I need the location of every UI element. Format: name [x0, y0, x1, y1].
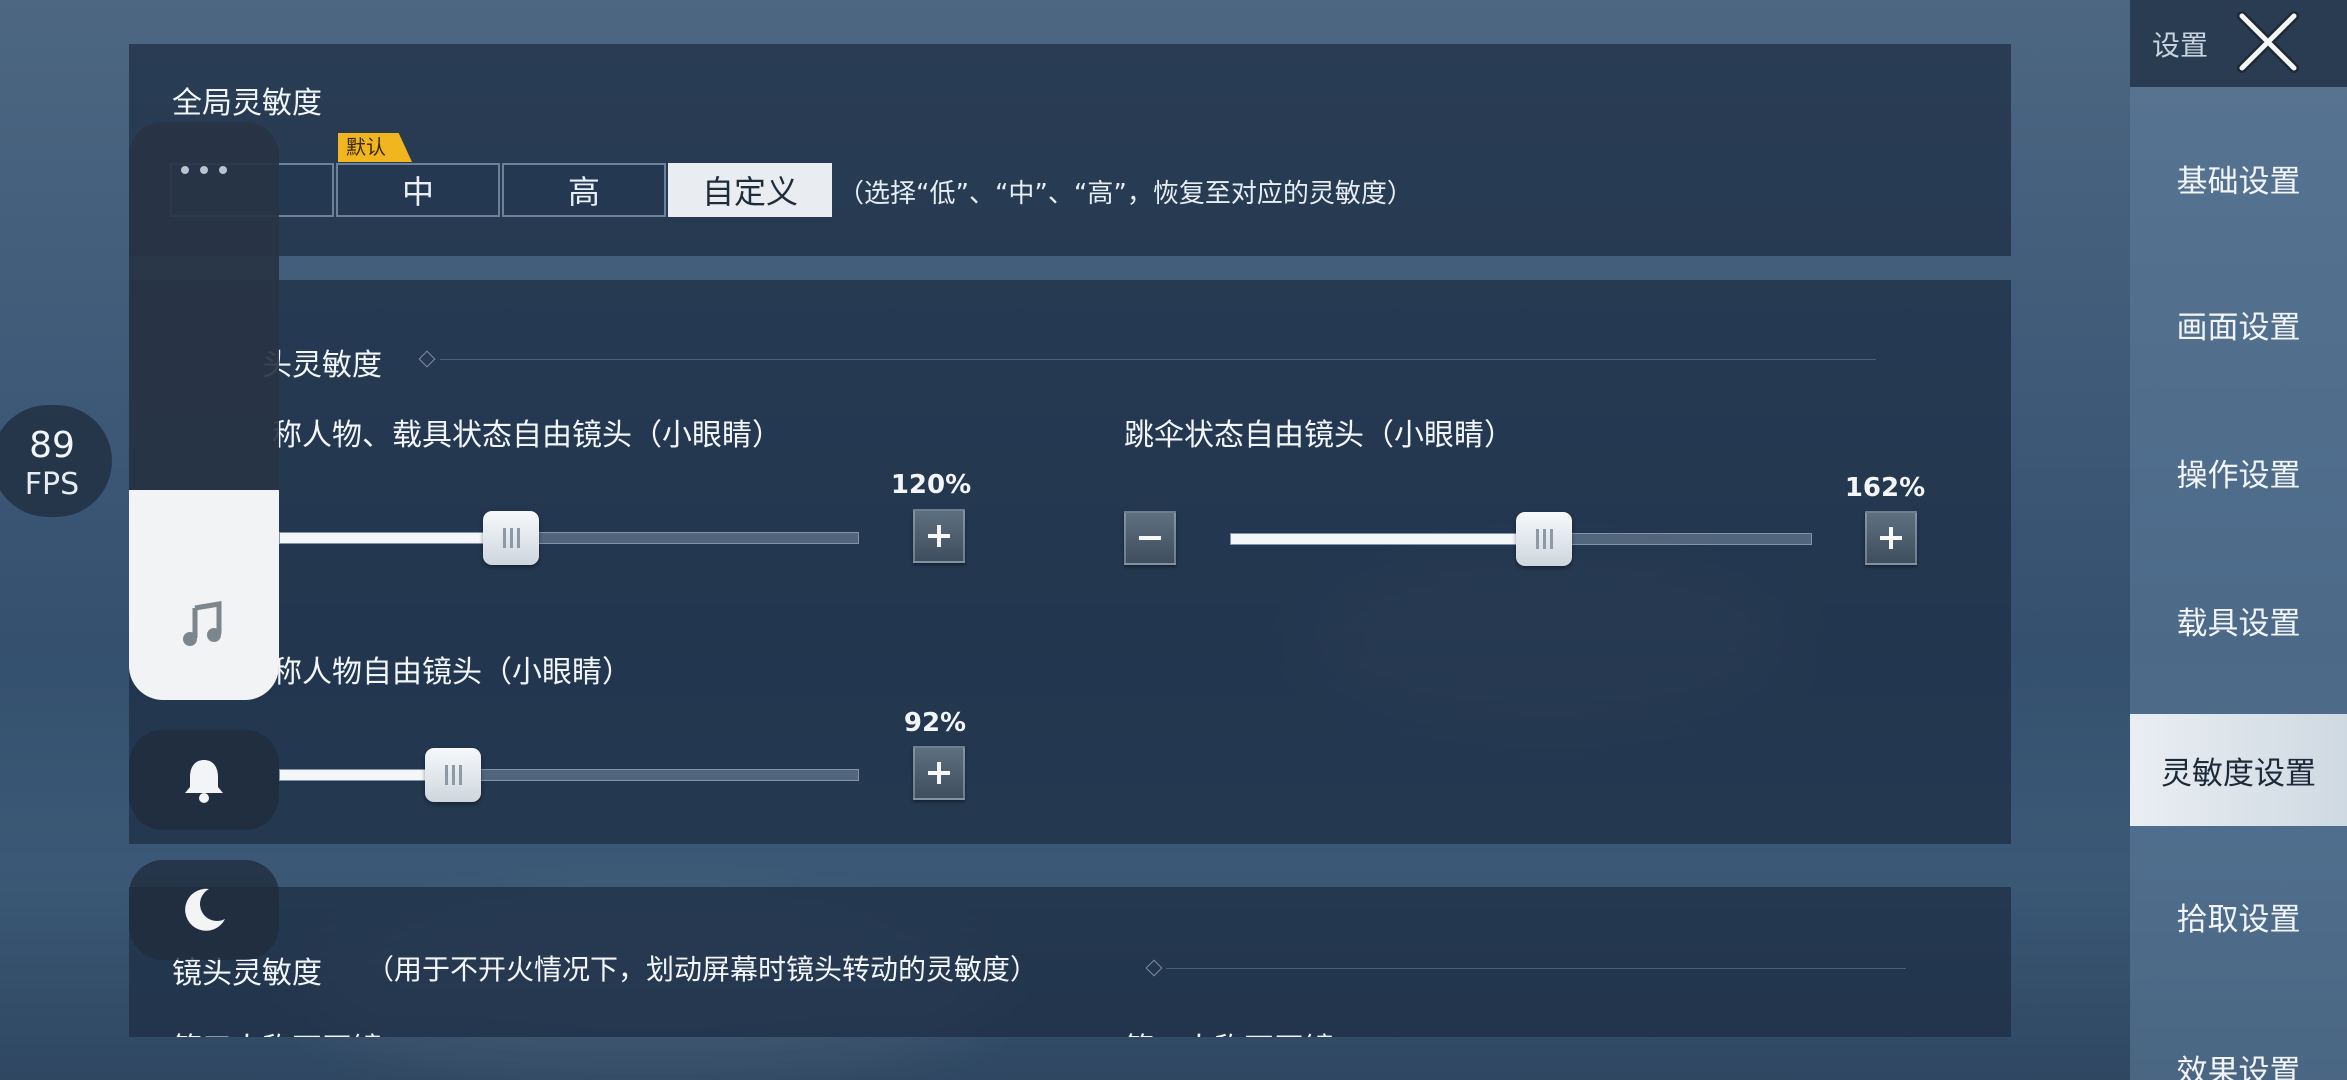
slider-1-label: 称人物、载具状态自由镜头（小眼睛） [272, 418, 782, 453]
slider-2-plus-button[interactable] [1865, 511, 1917, 565]
preset-hint: （选择“低”、“中”、“高”，恢复至对应的灵敏度） [838, 179, 1413, 209]
slider-1-thumb[interactable] [483, 511, 540, 565]
free-camera-card [129, 280, 2011, 844]
slider-2-thumb[interactable] [1516, 512, 1573, 566]
nav-controls-settings[interactable]: 操作设置 [2130, 416, 2347, 528]
slider-2-fill [1231, 534, 1545, 544]
camera-sensitivity-note: （用于不开火情况下，划动屏幕时镜头转动的灵敏度） [366, 953, 1039, 986]
slider-1-fill [280, 533, 512, 543]
settings-sidebar: 设置 基础设置 画面设置 操作设置 载具设置 灵敏度设置 拾取设置 效果设置 [2130, 0, 2347, 1080]
fps-counter[interactable]: 89 FPS [0, 405, 112, 517]
slider-3-thumb[interactable] [425, 748, 482, 802]
global-sensitivity-title: 全局灵敏度 [172, 86, 322, 121]
notification-button[interactable] [129, 730, 279, 830]
slider-2-value: 162% [1844, 473, 1926, 503]
bell-icon [185, 760, 223, 803]
slider-3-track[interactable] [279, 748, 859, 802]
preset-medium-button[interactable]: 中 [336, 163, 500, 217]
nav-basic-settings[interactable]: 基础设置 [2130, 122, 2347, 234]
nav-graphics-settings[interactable]: 画面设置 [2130, 268, 2347, 380]
slider-3-plus-button[interactable] [913, 746, 965, 800]
slider-1-value: 120% [890, 470, 972, 500]
fps-value: 89 [29, 425, 75, 466]
free-camera-title: 头灵敏度 [262, 348, 382, 383]
first-person-no-scope-label: 第一人称不开镜 [1124, 1024, 1334, 1037]
volume-level-fill [129, 490, 279, 700]
global-sensitivity-card [129, 44, 2011, 256]
close-icon [2237, 11, 2299, 73]
preset-custom-button[interactable]: 自定义 [668, 163, 832, 217]
section-divider [440, 359, 1876, 360]
slider-2-track[interactable] [1230, 512, 1812, 566]
slider-3-label: 称人物自由镜头（小眼睛） [272, 655, 632, 690]
nav-pickup-settings[interactable]: 拾取设置 [2130, 860, 2347, 972]
section-divider [1166, 968, 1906, 969]
more-icon[interactable] [181, 166, 227, 178]
slider-3-value: 92% [903, 708, 967, 738]
nav-effects-settings[interactable]: 效果设置 [2130, 1008, 2347, 1080]
music-icon [183, 601, 222, 646]
slider-1-plus-button[interactable] [913, 509, 965, 563]
nav-vehicle-settings[interactable]: 载具设置 [2130, 564, 2347, 676]
close-button[interactable] [2230, 6, 2306, 78]
slider-2-minus-button[interactable] [1124, 511, 1176, 565]
settings-header-label: 设置 [2152, 29, 2209, 62]
night-mode-button[interactable] [129, 860, 279, 960]
third-person-no-scope-label: 第三人称不开镜 [172, 1024, 382, 1037]
floating-control-panel[interactable] [129, 122, 279, 700]
preset-high-button[interactable]: 高 [502, 163, 666, 217]
slider-2-label: 跳伞状态自由镜头（小眼睛） [1124, 418, 1514, 453]
slider-1-track[interactable] [279, 511, 859, 565]
fps-label: FPS [24, 467, 80, 502]
nav-sensitivity-settings[interactable]: 灵敏度设置 [2130, 714, 2347, 826]
settings-header: 设置 [2130, 0, 2347, 87]
moon-icon [185, 888, 225, 931]
